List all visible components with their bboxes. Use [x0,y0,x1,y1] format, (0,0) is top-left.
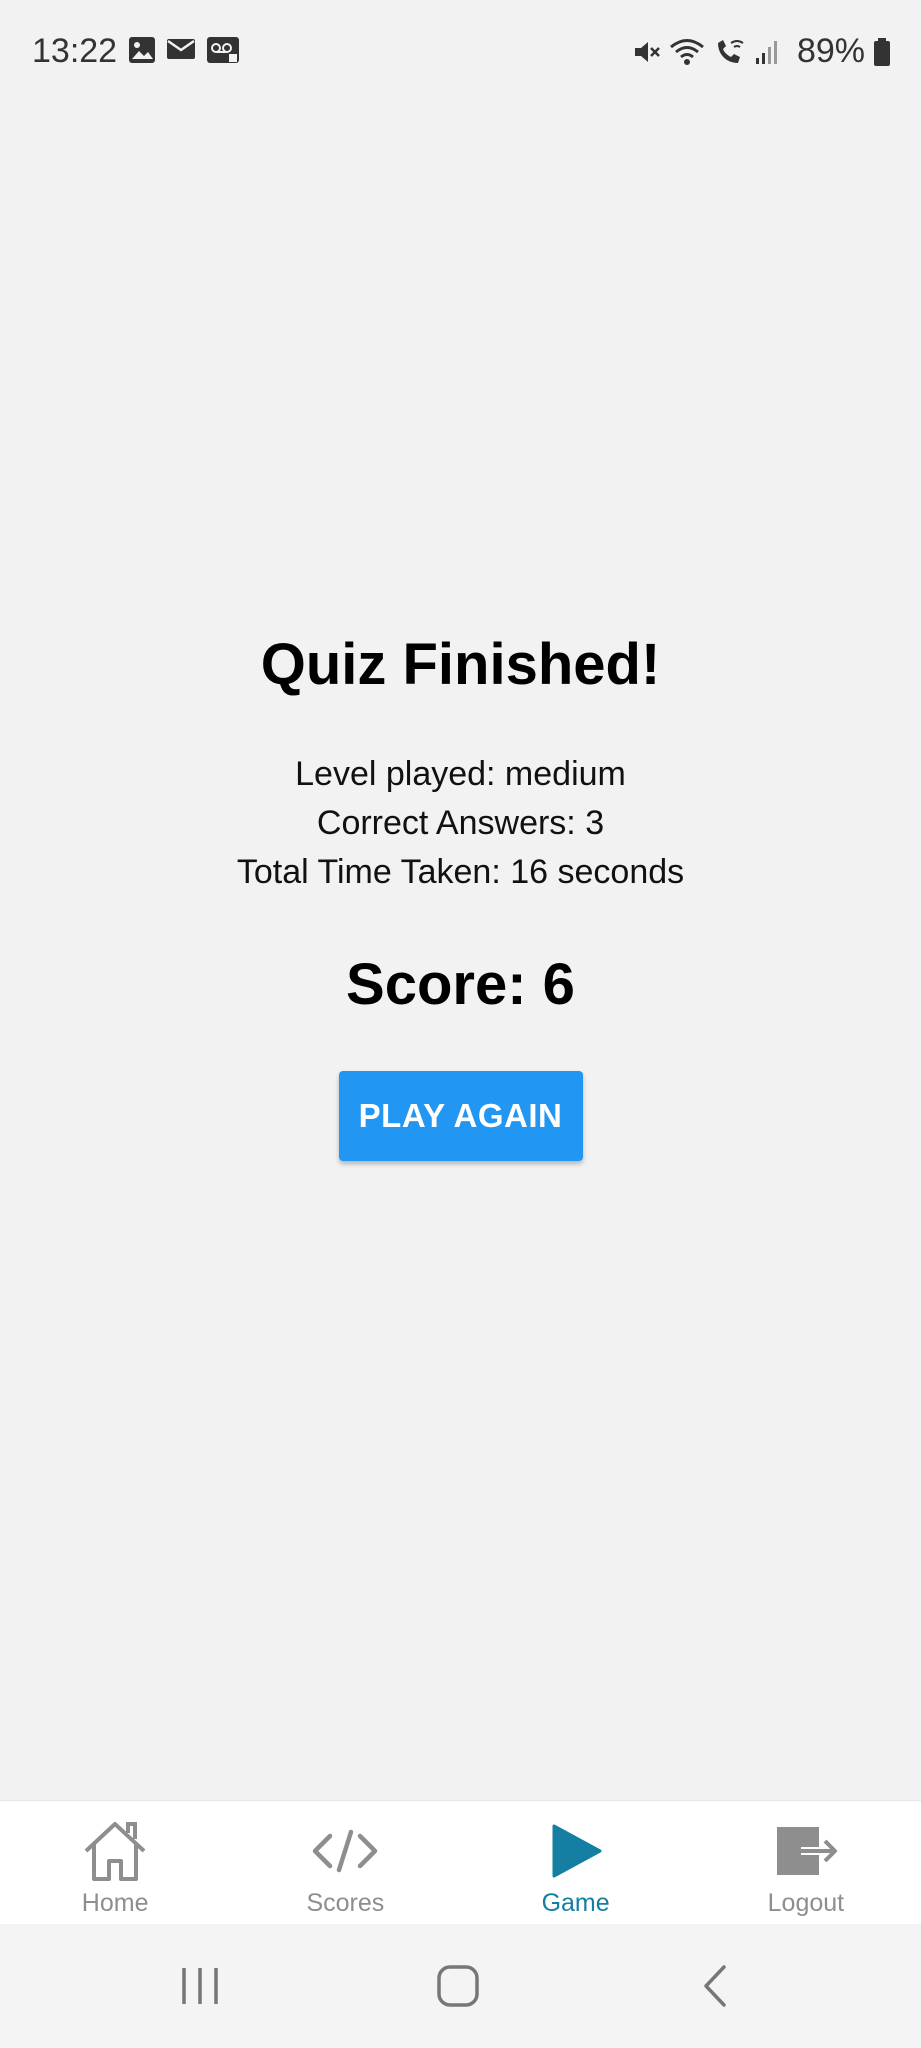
mail-icon [166,36,196,64]
quiz-result-screen: 13:22 89% Quiz Finished! Level played: m… [0,0,921,2048]
status-time: 13:22 [32,32,118,70]
tab-logout[interactable]: Logout [691,1801,921,1925]
wifi-calling-icon [713,37,747,67]
quiz-title: Quiz Finished! [260,632,661,697]
tab-scores[interactable]: Scores [230,1801,460,1925]
code-icon [308,1819,382,1883]
tab-logout-label: Logout [767,1889,845,1917]
status-bar: 13:22 89% [0,0,921,104]
wifi-icon [669,37,705,67]
total-time-text: Total Time Taken: 16 seconds [236,853,685,891]
signal-icon [755,38,781,66]
bottom-tab-bar: Home Scores Game Logout [0,1800,921,1925]
system-status-icons: 89% [631,32,891,71]
image-icon [128,36,156,64]
quiz-details: Level played: medium Correct Answers: 3 … [0,750,921,897]
home-nav-icon[interactable] [418,1954,498,2018]
level-played-text: Level played: medium [295,755,626,793]
play-again-button[interactable]: PLAY AGAIN [338,1071,583,1161]
back-icon[interactable] [676,1954,756,2018]
battery-icon [873,37,891,67]
tab-home-label: Home [81,1889,149,1917]
mute-icon [631,37,661,67]
quiz-result-panel: Quiz Finished! Level played: medium Corr… [0,620,921,1161]
home-icon [78,1819,152,1883]
correct-answers-text: Correct Answers: 3 [316,804,605,842]
play-icon [539,1819,613,1883]
tab-scores-label: Scores [306,1889,385,1917]
tab-game-label: Game [541,1889,610,1917]
score-text: Score: 6 [346,952,575,1017]
logout-icon [769,1819,843,1883]
notification-icons [128,36,240,64]
voicemail-icon [206,36,240,64]
battery-percentage: 89% [796,32,865,70]
tab-home[interactable]: Home [0,1801,230,1925]
recents-icon[interactable] [160,1954,240,2018]
tab-game[interactable]: Game [461,1801,691,1925]
system-navigation-bar [0,1924,921,2048]
